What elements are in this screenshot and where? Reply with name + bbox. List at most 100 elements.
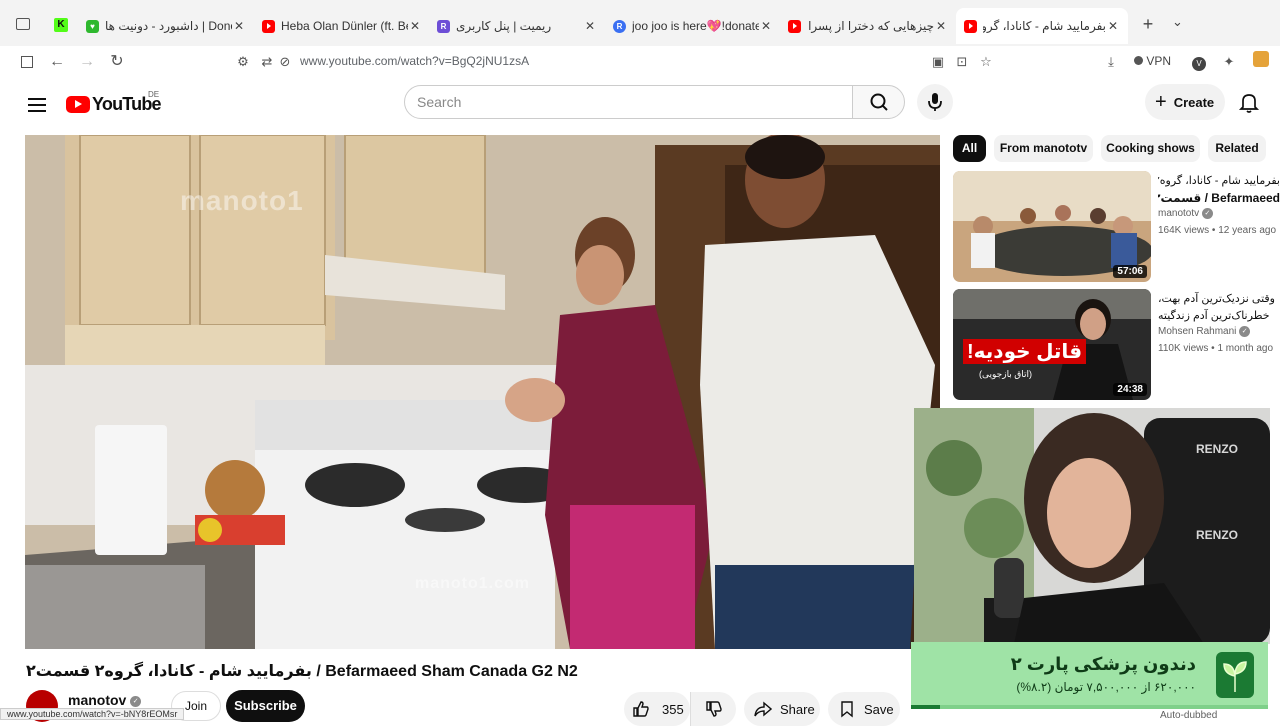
vpn-label: VPN [1146,54,1172,68]
forward-arrow-icon[interactable]: → [76,51,98,73]
tracking-blocked-icon[interactable]: ⊘ [274,51,296,73]
profile-avatar-icon[interactable] [1250,51,1272,73]
chip-related[interactable]: Related [1208,135,1266,162]
recommendation-item[interactable]: قاتل خودیه! (اتاق بازجویی) 24:38 وقتی نز… [953,289,1280,401]
create-button[interactable]: + Create [1145,84,1225,120]
search-button[interactable] [852,85,905,119]
video-duration: 24:38 [1113,383,1147,396]
like-count: 355 [662,701,684,717]
video-player[interactable]: manoto1 manoto1.com [25,135,940,649]
share-button[interactable]: Share [744,692,820,726]
tab-title: چیزهایی که دخترا از پسرا میپرن [807,19,934,33]
dislike-button[interactable] [690,692,736,726]
save-button[interactable]: Save [828,692,900,726]
url-field[interactable]: www.youtube.com/watch?v=BgQ2jNU1zsA [300,54,529,68]
recommendation-channel[interactable]: manototv ✓ [1158,208,1213,219]
site-info-icon[interactable]: ⚙ [232,51,254,73]
video-thumbnail[interactable]: 57:06 [953,171,1151,282]
voice-search-button[interactable] [917,84,953,120]
subscribe-button[interactable]: Subscribe [226,690,305,722]
youtube-play-icon [66,95,90,113]
tab-title: Heba Olan Dünler (ft. Berrin) [281,19,408,33]
plant-icon [1216,652,1254,698]
tab-list-chevron-icon[interactable]: ⌄ [1172,14,1183,30]
extension-v-icon[interactable]: V [1188,51,1210,73]
close-icon[interactable]: ✕ [1106,19,1120,33]
close-icon[interactable]: ✕ [583,19,597,33]
tab-donofa[interactable]: ♥ داشبورد - دونیت ها | Donofa ✕ [86,12,246,40]
like-button[interactable]: 355 [624,692,690,726]
chair-brand-bottom: RENZO [1196,528,1238,542]
green-heart-icon: ♥ [86,19,99,33]
menu-hamburger-icon[interactable] [26,94,48,116]
tab-title: ریمیت | پنل کاربری [456,19,552,33]
share-arrow-icon [754,701,772,717]
install-app-icon[interactable]: ⊡ [951,51,973,73]
title-line-1: وقتی نزدیک‌ترین آدم بهت، [1158,293,1275,305]
thumbnail-headline: قاتل خودیه! [963,339,1087,364]
chip-all[interactable]: All [953,135,986,162]
vpn-toggle[interactable]: VPN [1134,54,1171,68]
tab-joojoo[interactable]: R joo joo is here💖!donate ✕ [613,12,773,40]
browser-tab-bar: K ♥ داشبورد - دونیت ها | Donofa ✕ Heba O… [0,0,1280,46]
tab-remit[interactable]: R ریمیت | پنل کاربری ✕ [437,12,597,40]
recommendation-title[interactable]: وقتی نزدیک‌ترین آدم بهت، خطرناک‌ترین آدم… [1158,291,1280,325]
search-icon [870,93,888,111]
youtube-logo[interactable]: YouTube DE [66,90,162,117]
title-line-2: Befarmaeed / قسمت۲ [1158,191,1280,205]
title-line-1: بفرمایید شام - کانادا، گروه۲ [1158,175,1280,187]
pinned-tab-kick-icon[interactable]: K [54,18,68,32]
reload-icon[interactable]: ↻ [106,51,128,73]
microphone-icon [928,93,942,111]
new-tab-button[interactable]: + [1138,14,1158,35]
channel-text: Mohsen Rahmani [1158,326,1237,338]
close-icon[interactable]: ✕ [232,19,246,33]
address-bar: ← → ↻ ⚙ ⇄ ⊘ www.youtube.com/watch?v=BgQ2… [0,46,1280,78]
thumbnail-subtext: (اتاق بازجویی) [979,369,1033,379]
tab-girls-video[interactable]: چیزهایی که دخترا از پسرا میپرن ✕ [788,12,948,40]
tab-heba-olan[interactable]: Heba Olan Dünler (ft. Berrin) ✕ [262,12,422,40]
streamer-webcam-overlay: RENZO RENZO [914,408,1270,644]
close-icon[interactable]: ✕ [408,19,422,33]
tab-title: داشبورد - دونیت ها | Donofa [105,19,232,33]
youtube-header: YouTube DE Search + Create [0,78,1280,134]
close-icon[interactable]: ✕ [934,19,948,33]
recommendation-meta: 110K views • 1 month ago [1158,343,1274,354]
chair-brand-top: RENZO [1196,442,1238,456]
bookmark-star-icon[interactable]: ☆ [975,51,997,73]
donation-goal-amount: ۶۲۰,۰۰۰ از ۷,۵۰۰,۰۰۰ تومان (۸.۲%) [1016,680,1196,694]
chip-from-manototv[interactable]: From manototv [994,135,1093,162]
download-icon[interactable]: ⤓ [1100,51,1122,73]
recommendation-item[interactable]: 57:06 بفرمایید شام - کانادا، گروه۲ Befar… [953,171,1280,283]
extensions-puzzle-icon[interactable]: ✦ [1218,51,1240,73]
partial-recommendation-label: Auto-dubbed [1160,710,1218,721]
channel-text: manototv [1158,208,1200,220]
create-label: Create [1173,94,1215,110]
close-icon[interactable]: ✕ [759,19,773,33]
watermark-bottom: manoto1.com [415,575,531,592]
tab-actions-icon[interactable] [16,18,30,30]
screenshot-icon[interactable]: ▣ [927,51,949,73]
bookmark-icon [841,701,853,718]
recommendation-title[interactable]: بفرمایید شام - کانادا، گروه۲ Befarmaeed … [1158,173,1280,207]
tab-title: joo joo is here💖!donate [632,19,759,33]
verified-check-icon: ✓ [130,695,142,707]
video-thumbnail[interactable]: قاتل خودیه! (اتاق بازجویی) 24:38 [953,289,1151,400]
vpn-dot-icon [1134,56,1143,65]
tab-befarmaeed[interactable]: بفرمایید شام - کانادا، گروه۲ ق ✕ [956,8,1128,44]
thumbs-down-icon [706,701,722,717]
youtube-icon [262,19,275,33]
channel-name-text: manotov [68,692,127,708]
share-label: Share [780,701,815,717]
notifications-bell-icon[interactable] [1237,90,1261,114]
video-frame-kitchen-scene [25,135,940,649]
recommendation-channel[interactable]: Mohsen Rahmani ✓ [1158,326,1251,338]
channel-name[interactable]: manotov ✓ [68,692,142,708]
donation-progress-fill [911,705,941,709]
sidebar-toggle-icon[interactable] [16,51,38,73]
title-line-2: خطرناک‌ترین آدم زندگیته [1158,310,1270,322]
chip-cooking-shows[interactable]: Cooking shows [1101,135,1200,162]
youtube-icon [964,19,977,33]
back-arrow-icon[interactable]: ← [46,51,68,73]
search-input[interactable]: Search [404,85,853,119]
